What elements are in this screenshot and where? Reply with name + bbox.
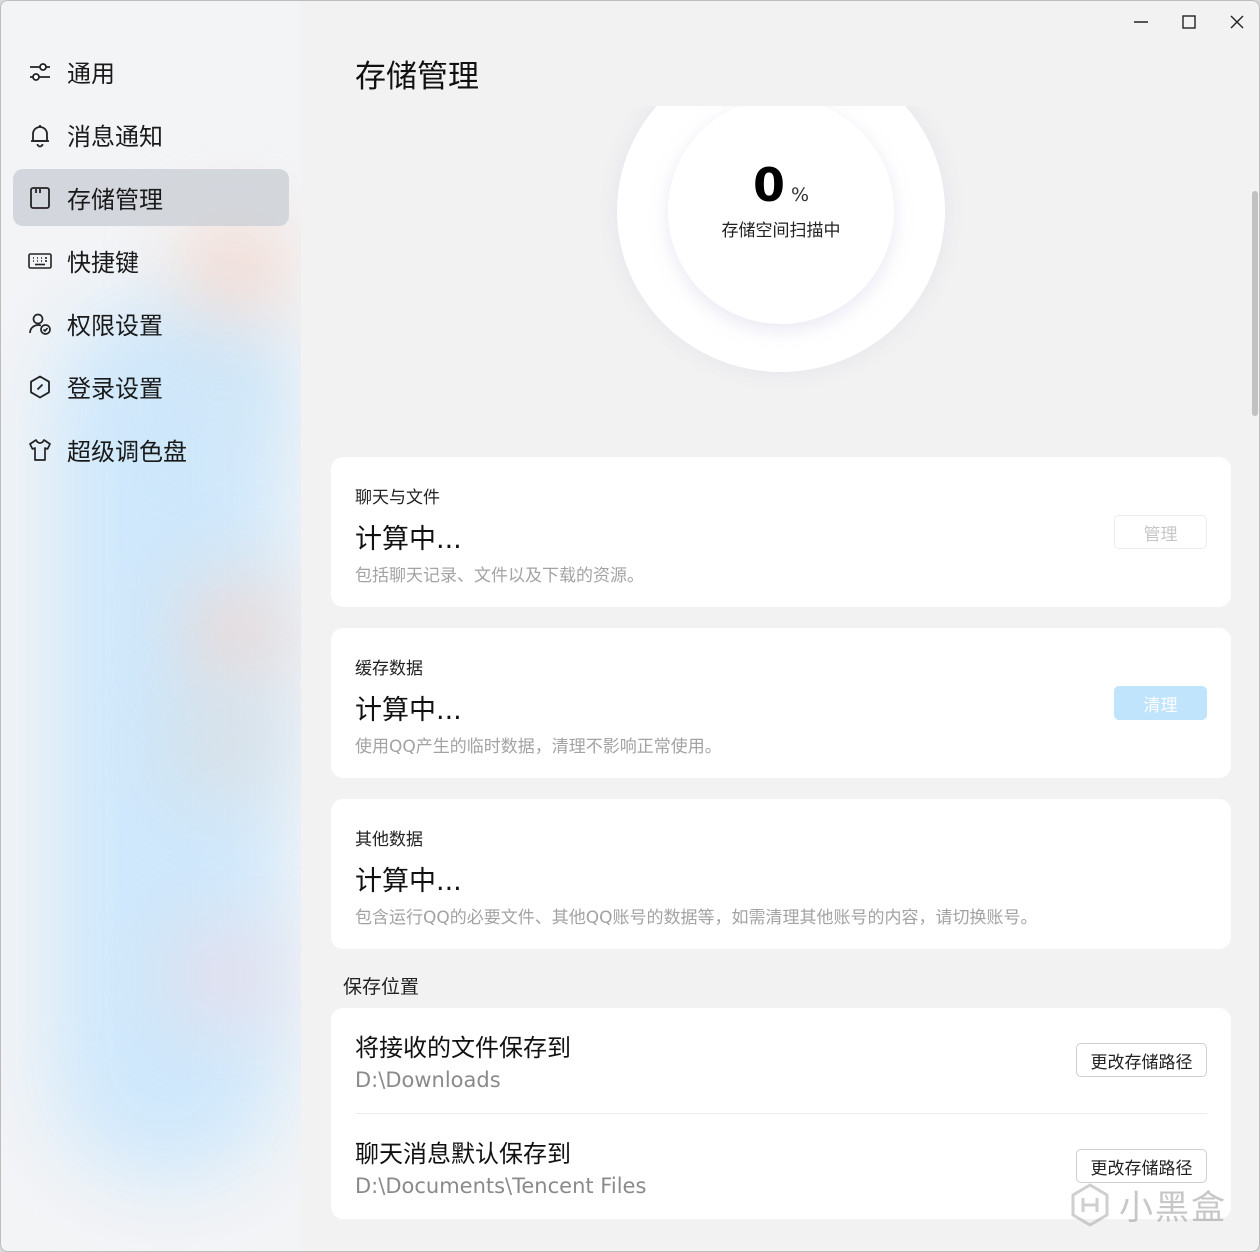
storage-icon — [25, 183, 55, 213]
card-value: 计算中... — [355, 866, 462, 897]
scrollbar-thumb[interactable] — [1252, 191, 1258, 416]
sidebar-item-label: 权限设置 — [67, 312, 163, 340]
tshirt-icon — [25, 435, 55, 465]
maximize-icon — [1182, 15, 1196, 29]
change-path-button[interactable]: 更改存储路径 — [1076, 1149, 1207, 1183]
watermark-text: 小黑盒 — [1119, 1188, 1227, 1228]
sidebar-item-general[interactable]: 通用 — [13, 43, 289, 100]
sidebar-item-permissions[interactable]: 权限设置 — [13, 295, 289, 352]
keyboard-icon — [25, 246, 55, 276]
card-value: 计算中... — [355, 524, 462, 555]
cache-data-card: 缓存数据 计算中... 使用QQ产生的临时数据，清理不影响正常使用。 清理 — [331, 628, 1231, 778]
change-path-button[interactable]: 更改存储路径 — [1076, 1043, 1207, 1077]
user-lock-icon — [25, 309, 55, 339]
sliders-icon — [25, 57, 55, 87]
hexagon-icon — [25, 372, 55, 402]
page-title: 存储管理 — [355, 59, 479, 95]
sidebar-item-label: 通用 — [67, 60, 115, 88]
app-window: 通用 消息通知 存储管理 快捷键 权限设置 登录设置 超级调色盘 存储管理 0 … — [0, 0, 1260, 1252]
close-button[interactable] — [1213, 1, 1259, 43]
location-path: D:\Downloads — [355, 1068, 501, 1092]
heybox-logo-icon — [1071, 1183, 1109, 1226]
storage-usage-ring: 0% 存储空间扫描中 — [617, 106, 945, 372]
card-label: 聊天与文件 — [355, 488, 440, 508]
close-icon — [1230, 15, 1244, 29]
sidebar-item-login[interactable]: 登录设置 — [13, 358, 289, 415]
sidebar-item-shortcuts[interactable]: 快捷键 — [13, 232, 289, 289]
card-description: 使用QQ产生的临时数据，清理不影响正常使用。 — [355, 737, 722, 757]
card-label: 其他数据 — [355, 830, 423, 850]
location-title: 将接收的文件保存到 — [355, 1034, 571, 1062]
minimize-icon — [1134, 21, 1148, 23]
clean-button[interactable]: 清理 — [1114, 686, 1207, 720]
storage-usage-center: 0% 存储空间扫描中 — [668, 106, 894, 324]
content-scroll-area[interactable]: 0% 存储空间扫描中 聊天与文件 计算中... 包括聊天记录、文件以及下载的资源… — [301, 106, 1249, 1251]
sidebar-item-label: 消息通知 — [67, 123, 163, 151]
window-controls — [1117, 1, 1259, 43]
maximize-button[interactable] — [1165, 1, 1213, 43]
sidebar-item-label: 超级调色盘 — [67, 438, 187, 466]
usage-percent: 0 — [752, 158, 785, 212]
chat-files-card: 聊天与文件 计算中... 包括聊天记录、文件以及下载的资源。 管理 — [331, 457, 1231, 607]
received-files-location-row: 将接收的文件保存到 D:\Downloads 更改存储路径 — [331, 1008, 1231, 1114]
card-value: 计算中... — [355, 695, 462, 726]
sidebar-item-label: 登录设置 — [67, 375, 163, 403]
sidebar-item-storage[interactable]: 存储管理 — [13, 169, 289, 226]
manage-button[interactable]: 管理 — [1114, 515, 1207, 549]
sidebar-nav: 通用 消息通知 存储管理 快捷键 权限设置 登录设置 超级调色盘 — [13, 43, 289, 484]
sidebar-item-notifications[interactable]: 消息通知 — [13, 106, 289, 163]
usage-percent-unit: % — [790, 184, 810, 206]
card-description: 包括聊天记录、文件以及下载的资源。 — [355, 566, 644, 586]
main-panel: 存储管理 0% 存储空间扫描中 聊天与文件 计算中... 包括聊天记录、文件以及… — [301, 1, 1259, 1251]
other-data-card: 其他数据 计算中... 包含运行QQ的必要文件、其他QQ账号的数据等，如需清理其… — [331, 799, 1231, 949]
minimize-button[interactable] — [1117, 1, 1165, 43]
location-path: D:\Documents\Tencent Files — [355, 1174, 647, 1198]
bell-icon — [25, 120, 55, 150]
usage-status: 存储空间扫描中 — [721, 221, 841, 241]
sidebar-item-label: 快捷键 — [67, 249, 139, 277]
location-title: 聊天消息默认保存到 — [355, 1140, 571, 1168]
save-location-heading: 保存位置 — [343, 976, 420, 998]
sidebar-item-label: 存储管理 — [67, 186, 163, 214]
watermark: 小黑盒 — [1067, 1180, 1227, 1229]
card-label: 缓存数据 — [355, 659, 423, 679]
sidebar: 通用 消息通知 存储管理 快捷键 权限设置 登录设置 超级调色盘 — [1, 1, 301, 1251]
card-description: 包含运行QQ的必要文件、其他QQ账号的数据等，如需清理其他账号的内容，请切换账号… — [355, 908, 1038, 928]
sidebar-item-palette[interactable]: 超级调色盘 — [13, 421, 289, 478]
